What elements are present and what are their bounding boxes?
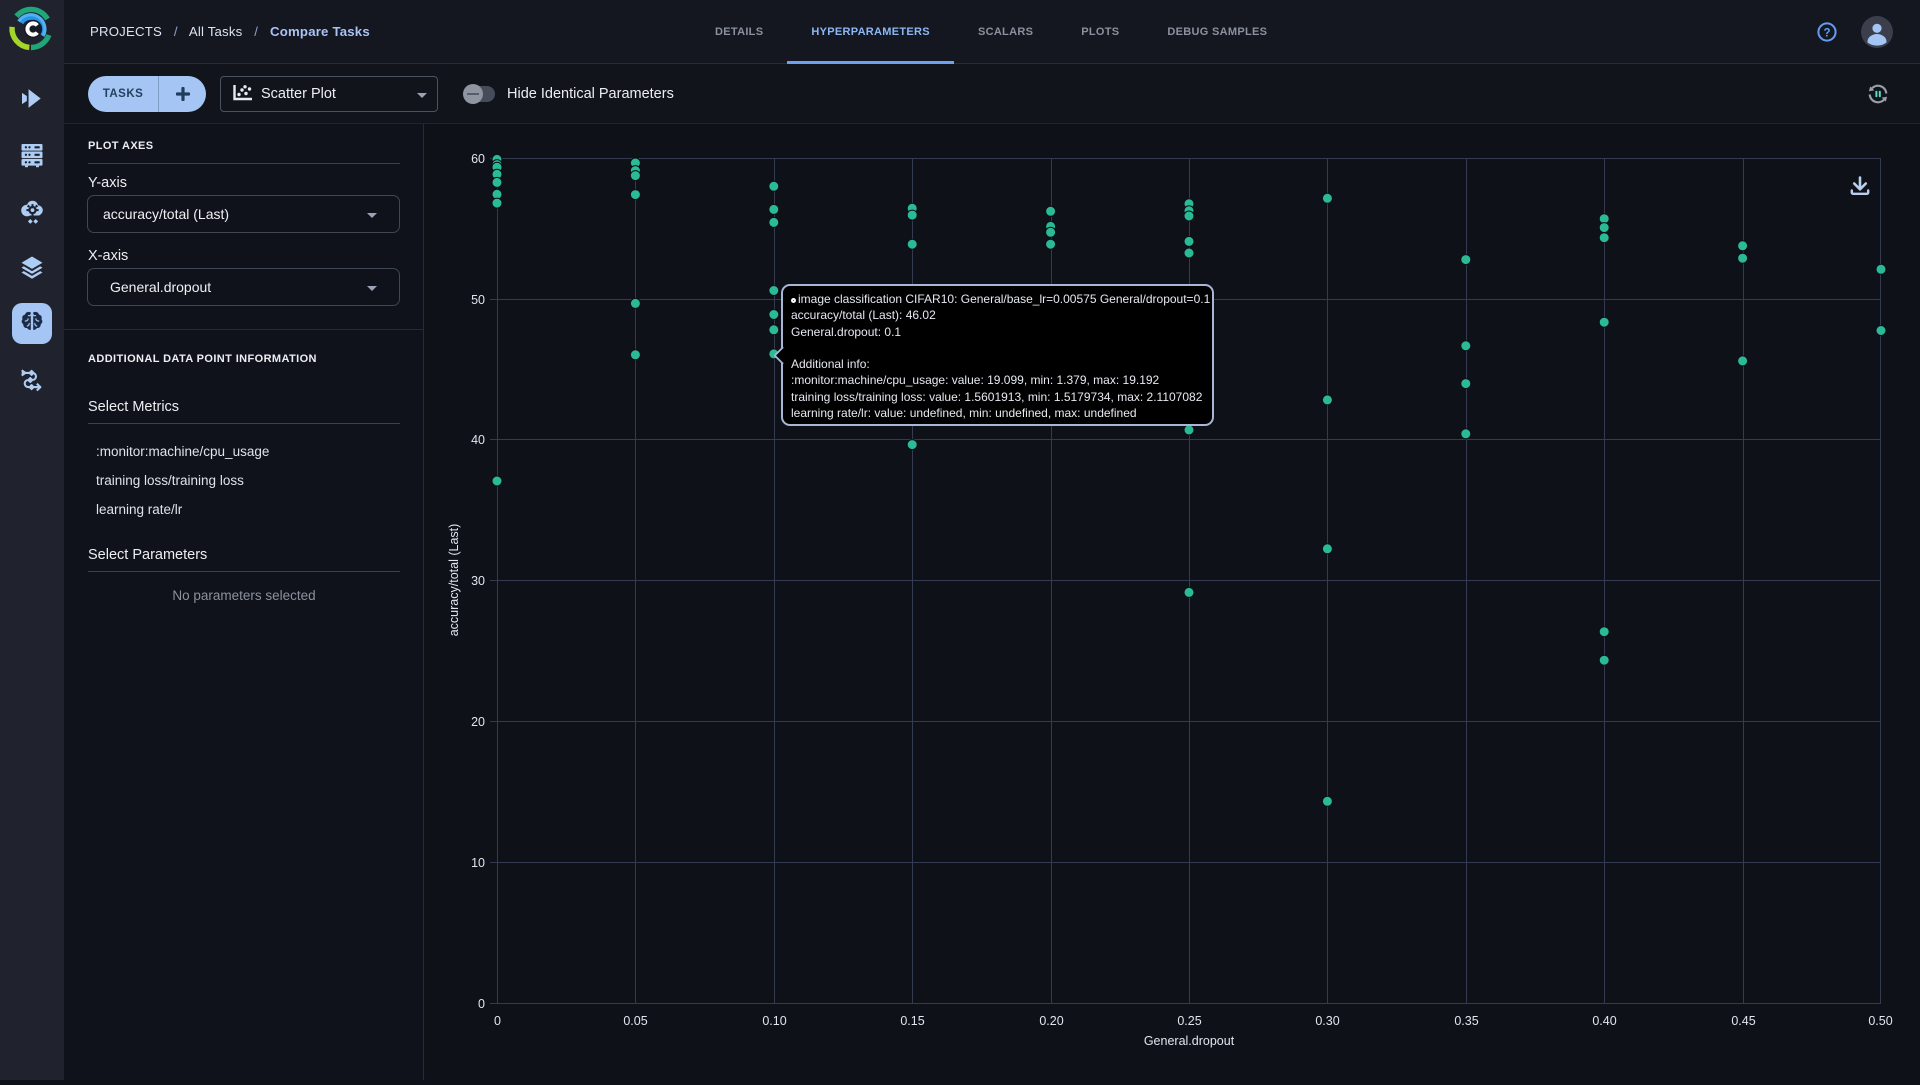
- svg-text:accuracy/total (Last): accuracy/total (Last): [447, 524, 461, 637]
- svg-text:0: 0: [478, 997, 485, 1011]
- svg-text:0.15: 0.15: [900, 1014, 924, 1028]
- svg-text:0.45: 0.45: [1731, 1014, 1755, 1028]
- svg-text:60: 60: [471, 152, 485, 166]
- svg-text:10: 10: [471, 856, 485, 870]
- svg-text:?: ?: [1823, 28, 1830, 40]
- svg-text:General.dropout: General.dropout: [1144, 1034, 1235, 1048]
- svg-text:0.05: 0.05: [623, 1014, 647, 1028]
- svg-text:0.30: 0.30: [1315, 1014, 1339, 1028]
- svg-text:50: 50: [471, 293, 485, 307]
- svg-text:40: 40: [471, 433, 485, 447]
- svg-text:0.10: 0.10: [762, 1014, 786, 1028]
- svg-text:30: 30: [471, 574, 485, 588]
- svg-text:0.40: 0.40: [1592, 1014, 1616, 1028]
- svg-text:0.25: 0.25: [1177, 1014, 1201, 1028]
- svg-text:0: 0: [494, 1014, 501, 1028]
- svg-text:0.50: 0.50: [1868, 1014, 1892, 1028]
- svg-text:0.35: 0.35: [1454, 1014, 1478, 1028]
- svg-text:0.20: 0.20: [1039, 1014, 1063, 1028]
- svg-text:20: 20: [471, 715, 485, 729]
